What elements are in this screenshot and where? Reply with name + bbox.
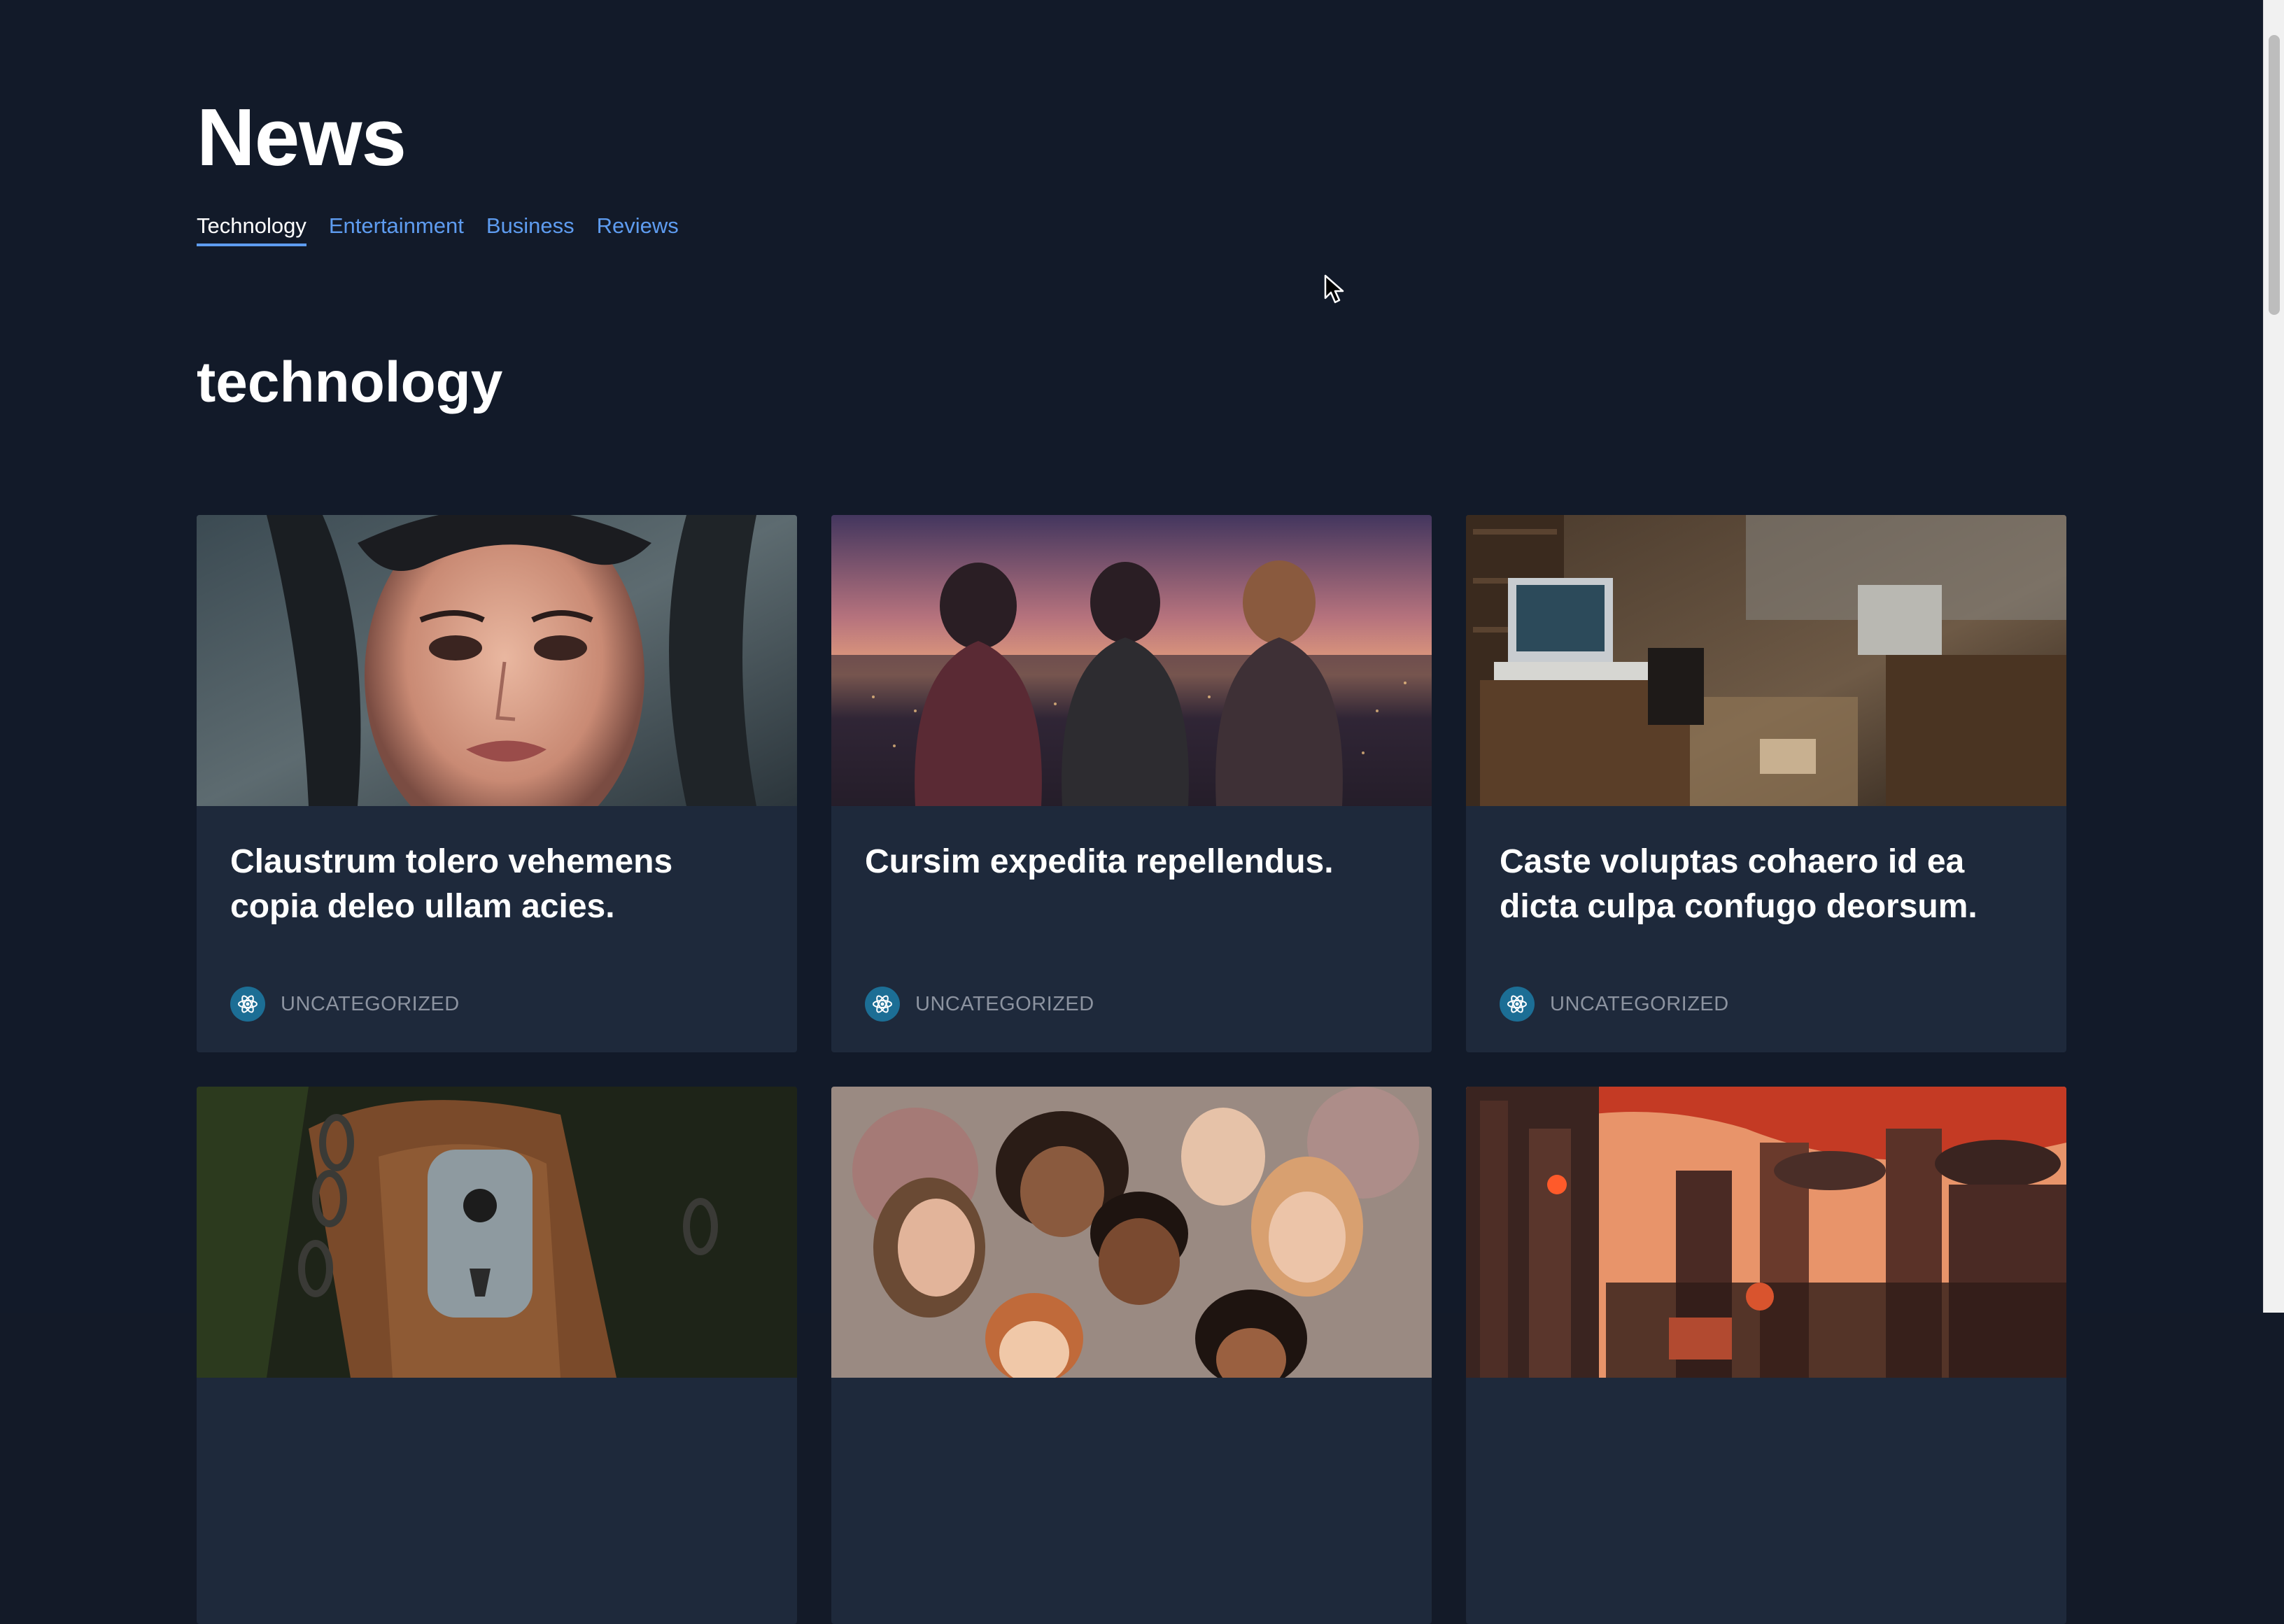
card-body: Claustrum tolero vehemens copia deleo ul…: [197, 806, 797, 1052]
card-body: [1466, 1378, 2066, 1624]
mouse-cursor-icon: [1324, 274, 1345, 309]
crying-woman-portrait-image[interactable]: [197, 515, 797, 806]
category-label[interactable]: UNCATEGORIZED: [281, 993, 460, 1016]
article-card[interactable]: Caste voluptas cohaero id ea dicta culpa…: [1466, 515, 2066, 1052]
card-body: Caste voluptas cohaero id ea dicta culpa…: [1466, 806, 2066, 1052]
card-title[interactable]: Caste voluptas cohaero id ea dicta culpa…: [1500, 840, 2033, 929]
tab-business[interactable]: Business: [486, 213, 574, 246]
scrollbar-thumb[interactable]: [2269, 35, 2280, 315]
card-meta: UNCATEGORIZED: [230, 987, 460, 1022]
tab-technology[interactable]: Technology: [197, 213, 306, 247]
category-tabs: Technology Entertainment Business Review…: [197, 213, 679, 247]
tab-reviews[interactable]: Reviews: [597, 213, 679, 246]
card-meta: UNCATEGORIZED: [865, 987, 1094, 1022]
three-women-city-sunset-image[interactable]: [831, 515, 1432, 806]
card-title[interactable]: Claustrum tolero vehemens copia deleo ul…: [230, 840, 763, 929]
page: News Technology Entertainment Business R…: [0, 0, 2263, 1624]
category-label[interactable]: UNCATEGORIZED: [915, 993, 1094, 1016]
abandoned-computer-office-image[interactable]: [1466, 515, 2066, 806]
react-atom-icon: [865, 987, 900, 1022]
article-card[interactable]: [1466, 1087, 2066, 1624]
article-card[interactable]: [197, 1087, 797, 1624]
card-title[interactable]: Cursim expedita repellendus.: [865, 840, 1398, 884]
article-card[interactable]: Cursim expedita repellendus. UNCATEGORIZ…: [831, 515, 1432, 1052]
group-of-children-cartoon-image[interactable]: [831, 1087, 1432, 1378]
tab-entertainment[interactable]: Entertainment: [329, 213, 464, 246]
article-card[interactable]: Claustrum tolero vehemens copia deleo ul…: [197, 515, 797, 1052]
steampunk-city-red-sky-image[interactable]: [1466, 1087, 2066, 1378]
article-grid: Claustrum tolero vehemens copia deleo ul…: [197, 515, 2067, 1624]
card-body: [197, 1378, 797, 1624]
card-body: [831, 1378, 1432, 1624]
section-title: technology: [197, 351, 503, 414]
category-label[interactable]: UNCATEGORIZED: [1550, 993, 1729, 1016]
vertical-scrollbar[interactable]: [2263, 0, 2284, 1313]
card-body: Cursim expedita repellendus. UNCATEGORIZ…: [831, 806, 1432, 1052]
react-atom-icon: [1500, 987, 1535, 1022]
article-card[interactable]: [831, 1087, 1432, 1624]
rusty-padlock-chains-image[interactable]: [197, 1087, 797, 1378]
card-meta: UNCATEGORIZED: [1500, 987, 1729, 1022]
react-atom-icon: [230, 987, 265, 1022]
page-title: News: [197, 92, 407, 183]
